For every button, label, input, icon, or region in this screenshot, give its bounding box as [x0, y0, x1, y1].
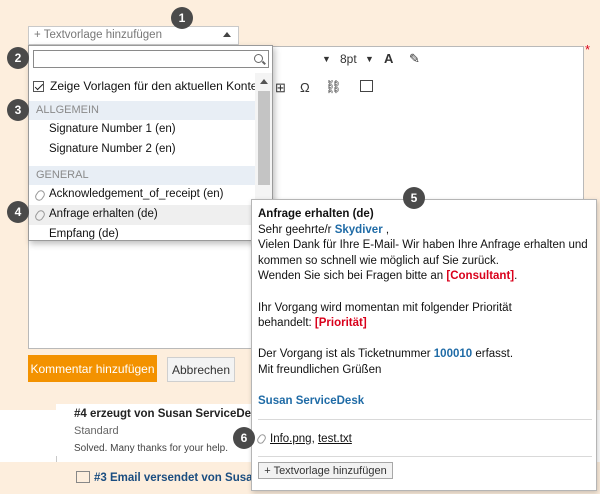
callout-badge: 2 [7, 47, 29, 69]
preview-title: Anfrage erhalten (de) [258, 208, 374, 220]
preview-line: Mit freundlichen Grüßen [258, 363, 382, 376]
paperclip-icon [255, 432, 268, 446]
preview-greeting: Sehr geehrte/r Skydiver , [258, 223, 390, 236]
add-template-dropdown[interactable]: + Textvorlage hinzufügen [28, 26, 239, 45]
preview-line: Ihr Vorgang wird momentan mit folgender … [258, 301, 512, 314]
preview-line: Der Vorgang ist als Ticketnummer 100010 … [258, 348, 514, 361]
callout-badge: 3 [7, 99, 29, 121]
history-entry-message: Solved. Many thanks for your help. [74, 443, 228, 454]
font-size-select[interactable]: 8pt [340, 52, 357, 66]
special-char-icon[interactable]: Ω [300, 80, 310, 95]
highlight-pen-icon[interactable]: ✎ [409, 51, 420, 67]
caret-down-icon[interactable]: ▼ [365, 54, 374, 64]
checkbox-checked[interactable] [33, 80, 44, 92]
context-filter-label: Zeige Vorlagen für den aktuellen Kontext [50, 79, 267, 93]
preview-line: kommen so schnell wie möglich auf Sie zu… [258, 254, 499, 267]
preview-line: behandelt: [Priorität] [258, 317, 367, 330]
template-item[interactable]: Signature Number 2 (en) [29, 140, 255, 160]
search-icon [254, 54, 263, 63]
caret-up-icon [223, 32, 231, 37]
scroll-up-icon[interactable] [260, 79, 268, 84]
image-icon[interactable] [360, 80, 373, 92]
template-item[interactable]: Signature Number 1 (en) [29, 120, 255, 140]
scrollbar-thumb[interactable] [258, 91, 270, 185]
preview-body: Anfrage erhalten (de) Sehr geehrte/r Sky… [258, 207, 592, 410]
divider [258, 419, 592, 420]
add-template-label: + Textvorlage hinzufügen [34, 29, 162, 41]
attachment-link[interactable]: test.txt [318, 433, 352, 445]
history-entry-type: Standard [74, 425, 119, 437]
template-item[interactable]: Acknowledgement_of_receipt (en) [29, 185, 255, 205]
preview-line: Wenden Sie sich bei Fragen bitte an [Con… [258, 270, 518, 283]
add-template-button[interactable]: + Textvorlage hinzufügen [258, 462, 393, 479]
cancel-button[interactable]: Abbrechen [167, 357, 235, 382]
template-item-hovered[interactable]: Anfrage erhalten (de) [29, 205, 255, 225]
template-list: ALLGEMEIN Signature Number 1 (en) Signat… [29, 101, 255, 240]
template-group-header: ALLGEMEIN [29, 101, 255, 120]
callout-badge: 5 [403, 187, 425, 209]
callout-badge: 6 [233, 427, 255, 449]
text-color-icon[interactable]: A [384, 51, 393, 66]
add-comment-button[interactable]: Kommentar hinzufügen [28, 355, 157, 382]
history-entry: #4 erzeugt von Susan ServiceDesk | Stand… [56, 404, 270, 456]
paperclip-icon [33, 188, 47, 203]
paperclip-icon [33, 208, 47, 223]
required-marker: * [585, 42, 591, 57]
template-search-input[interactable] [33, 50, 269, 68]
email-icon [76, 471, 90, 483]
template-preview-popup: Anfrage erhalten (de) Sehr geehrte/r Sky… [251, 199, 597, 491]
history-entry-title: #4 erzeugt von Susan ServiceDesk | [74, 408, 270, 420]
preview-line: Vielen Dank für Ihre E-Mail- Wir haben I… [258, 239, 588, 252]
template-group-header: GENERAL [29, 166, 255, 185]
link-icon[interactable]: ⛓ [325, 79, 342, 95]
callout-badge: 1 [171, 7, 193, 29]
table-icon[interactable]: ⊞ [275, 80, 286, 96]
history-entry-title[interactable]: #3 Email versendet von Susan Se [94, 472, 277, 484]
divider [258, 456, 592, 457]
template-dropdown[interactable]: Zeige Vorlagen für den aktuellen Kontext… [28, 45, 273, 241]
callout-badge: 4 [7, 201, 29, 223]
caret-down-icon[interactable]: ▼ [322, 54, 331, 64]
attachment-link[interactable]: Info.png [270, 433, 312, 445]
preview-signature: Susan ServiceDesk [258, 395, 365, 408]
template-item[interactable]: Empfang (de) [29, 225, 255, 240]
context-filter-checkbox[interactable]: Zeige Vorlagen für den aktuellen Kontext [33, 76, 267, 96]
preview-attachments: Info.png, test.txt [255, 431, 352, 447]
